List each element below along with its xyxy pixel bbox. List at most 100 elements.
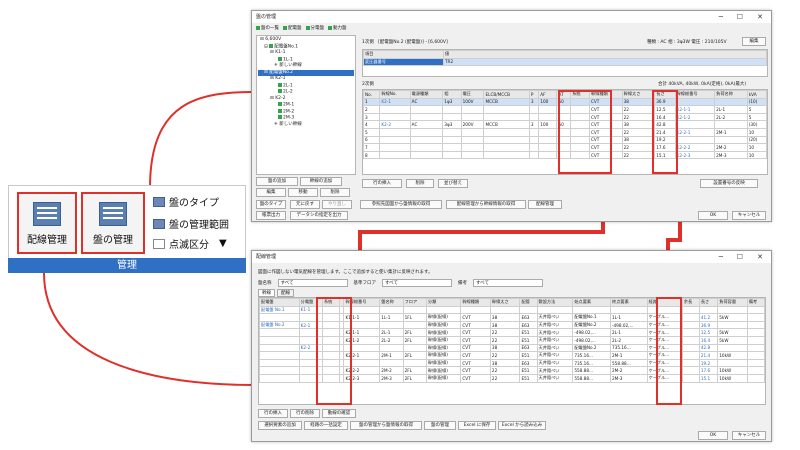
table-cell[interactable] xyxy=(538,135,558,145)
table-cell[interactable] xyxy=(681,313,700,322)
table-cell[interactable] xyxy=(442,112,462,122)
table-cell[interactable]: -498.02,... xyxy=(610,320,648,330)
table-cell[interactable] xyxy=(570,143,590,152)
table-cell[interactable] xyxy=(442,105,462,114)
table-cell[interactable]: CVT xyxy=(589,150,623,160)
table-cell[interactable] xyxy=(489,305,521,315)
table-cell[interactable]: 3 xyxy=(528,97,540,107)
table-cell[interactable] xyxy=(681,373,700,383)
table-cell[interactable]: 22 xyxy=(621,112,656,122)
table-cell[interactable] xyxy=(570,120,590,129)
table-cell[interactable]: 42.8 xyxy=(654,120,676,129)
table-cell[interactable] xyxy=(570,150,590,160)
table-cell[interactable]: 2FL xyxy=(402,373,427,383)
table-cell[interactable]: CVT xyxy=(460,320,491,330)
column-header[interactable]: 終点要素 xyxy=(610,298,648,307)
table-cell[interactable]: CVT xyxy=(460,313,491,322)
table-cell[interactable]: 100 xyxy=(538,97,558,107)
table-cell[interactable]: 2FL xyxy=(402,351,427,360)
insert-row-button[interactable]: 行の挿入 xyxy=(362,179,402,188)
table-cell[interactable]: ケーブル... xyxy=(646,328,683,337)
table-cell[interactable] xyxy=(379,305,404,315)
table-cell[interactable]: 2FL xyxy=(402,328,427,337)
table-cell[interactable]: 2 xyxy=(363,105,381,114)
tab-wiring[interactable]: 配線 xyxy=(277,289,294,297)
table-cell[interactable] xyxy=(298,373,323,383)
table-cell[interactable]: 16.4 xyxy=(654,112,676,122)
data-output-button[interactable]: データシの指定を出力 xyxy=(290,211,348,220)
move-button[interactable]: 移動 xyxy=(288,188,318,197)
table-cell[interactable]: 10 xyxy=(746,150,767,160)
table-cell[interactable] xyxy=(460,112,485,122)
table-cell[interactable] xyxy=(646,305,683,315)
table-row[interactable]: K2-2-1 2M-1 2FL 幹線(配線) CVT 22 E51 天井隠ぺい 735.16..… xyxy=(259,351,765,360)
table-cell[interactable]: 19.2 xyxy=(698,358,719,368)
edit-primary-button[interactable]: 編集 xyxy=(742,37,766,46)
table-cell[interactable] xyxy=(321,366,340,375)
table-cell[interactable]: 735.16... xyxy=(610,343,648,353)
table-cell[interactable]: 735.16... xyxy=(572,351,611,360)
table-cell[interactable]: 558.88... xyxy=(572,366,611,375)
table-cell[interactable] xyxy=(681,320,700,330)
table-cell[interactable]: CVT xyxy=(460,373,491,383)
table-cell[interactable]: 38 xyxy=(621,97,656,107)
table-cell[interactable] xyxy=(442,150,462,160)
cancel-button[interactable]: キャンセル xyxy=(732,431,766,440)
table-cell[interactable]: 2M-1 xyxy=(379,351,404,360)
table-cell[interactable] xyxy=(674,120,716,129)
table-cell[interactable] xyxy=(674,135,716,145)
table-cell[interactable]: 2FL xyxy=(402,366,427,375)
maximize-icon[interactable]: ☐ xyxy=(737,251,743,263)
column-header[interactable]: 盤名称 xyxy=(379,298,404,307)
table-cell[interactable] xyxy=(409,127,444,137)
table-cell[interactable]: 10kW xyxy=(717,366,748,375)
delete-button[interactable]: 削除 xyxy=(320,188,350,197)
table-cell[interactable] xyxy=(321,335,340,345)
column-header[interactable]: 配管 xyxy=(519,298,538,307)
table-cell[interactable] xyxy=(717,358,748,368)
table-cell[interactable]: K2-2-3 xyxy=(343,373,381,383)
table-cell[interactable] xyxy=(379,127,411,137)
table-cell[interactable]: 天井隠ぺい xyxy=(536,373,574,383)
table-cell[interactable] xyxy=(425,305,462,315)
table-cell[interactable] xyxy=(746,343,765,353)
toolbar-item[interactable]: 盤の一覧 xyxy=(256,25,279,31)
table-cell[interactable]: 36.9 xyxy=(698,320,719,330)
table-cell[interactable] xyxy=(556,105,572,114)
table-cell[interactable]: 1L-1 xyxy=(379,313,404,322)
column-header[interactable]: 幹線種類 xyxy=(460,298,491,307)
table-cell[interactable]: (30) xyxy=(746,120,767,129)
table-cell[interactable] xyxy=(556,112,572,122)
table-cell[interactable] xyxy=(681,366,700,375)
table-cell[interactable] xyxy=(259,358,300,368)
panel-tree[interactable]: ⊟ 6,600V ⊟ 配電盤No.1 ⊟ K1-1 1L-1 ✳ 新しい幹線 ⊟… xyxy=(256,35,356,175)
table-cell[interactable]: 558.88... xyxy=(610,358,648,368)
table-cell[interactable]: 17.6 xyxy=(654,143,676,152)
table-cell[interactable]: 幹線(配線) xyxy=(425,335,462,345)
table-cell[interactable] xyxy=(379,150,411,160)
table-cell[interactable] xyxy=(746,373,765,383)
table-cell[interactable] xyxy=(538,150,558,160)
table-cell[interactable] xyxy=(746,351,765,360)
table-cell[interactable]: AC xyxy=(409,120,444,129)
table-cell[interactable] xyxy=(681,343,700,353)
table-cell[interactable]: 17.6 xyxy=(698,366,719,375)
column-header[interactable]: 長さ xyxy=(698,298,719,307)
table-cell[interactable]: 10 xyxy=(746,127,767,137)
table-cell[interactable] xyxy=(321,358,340,368)
toolbar-item[interactable]: 分電盤 xyxy=(305,25,324,31)
table-cell[interactable] xyxy=(570,97,590,107)
table-cell[interactable] xyxy=(528,150,540,160)
column-header[interactable]: 備考 xyxy=(746,298,765,307)
table-cell[interactable] xyxy=(538,112,558,122)
table-cell[interactable] xyxy=(681,335,700,345)
table-cell[interactable] xyxy=(379,105,411,114)
table-cell[interactable]: 配電盤No.2 xyxy=(572,320,611,330)
blink-group-button[interactable]: 点滅区分 ▼ xyxy=(153,236,227,251)
primary-cell[interactable]: TR2 xyxy=(443,57,767,67)
table-cell[interactable] xyxy=(409,105,444,114)
reflect-number-button[interactable]: 設置番号の反映 xyxy=(700,179,758,188)
table-cell[interactable] xyxy=(717,343,748,353)
table-cell[interactable] xyxy=(746,358,765,368)
table-cell[interactable]: ケーブル... xyxy=(646,358,683,368)
